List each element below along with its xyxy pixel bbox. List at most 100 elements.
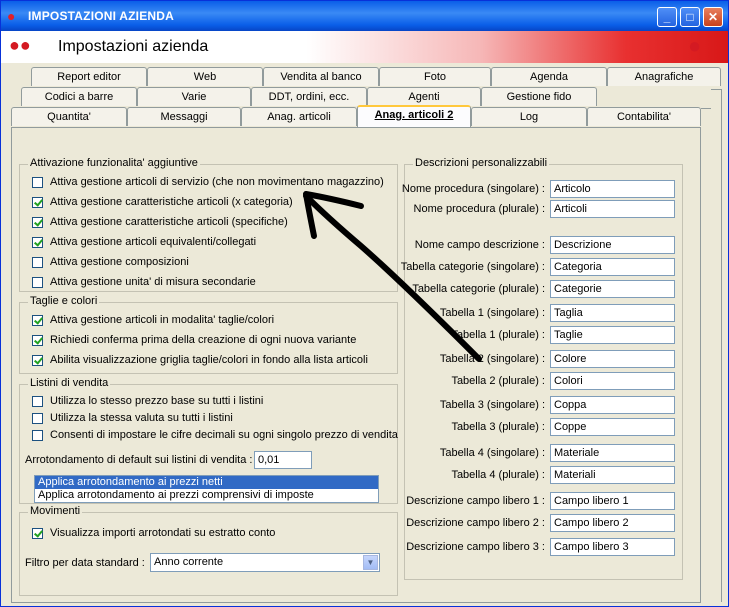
campo-libero-3-input[interactable]: Campo libero 3 xyxy=(550,538,675,556)
rounding-input[interactable]: 0,01 xyxy=(254,451,312,469)
tab-log[interactable]: Log xyxy=(471,107,587,126)
checkbox-label: Attiva gestione articoli in modalita' ta… xyxy=(50,314,275,326)
checkbox[interactable] xyxy=(32,236,43,248)
chevron-down-icon[interactable]: ▼ xyxy=(363,555,378,570)
title-bar[interactable]: ● IMPOSTAZIONI AZIENDA _ □ ✕ xyxy=(1,1,728,31)
close-button[interactable]: ✕ xyxy=(703,7,723,27)
checkbox-label: Utilizza la stessa valuta su tutti i lis… xyxy=(50,412,233,424)
checkbox-composizioni[interactable]: Attiva gestione composizioni xyxy=(32,254,189,270)
campo-libero-1-input[interactable]: Campo libero 1 xyxy=(550,492,675,510)
tabella-3-plurale-input[interactable]: Coppe xyxy=(550,418,675,436)
checkbox[interactable] xyxy=(32,276,43,288)
strawberry-icon: ● xyxy=(688,33,702,58)
tabella-4-plurale-input[interactable]: Materiali xyxy=(550,466,675,484)
tabella-4-singolare-input[interactable]: Materiale xyxy=(550,444,675,462)
checkbox-unita-misura[interactable]: Attiva gestione unita' di misura seconda… xyxy=(32,274,256,290)
checkbox[interactable] xyxy=(32,395,43,407)
field-label: Tabella 2 (plurale) : xyxy=(451,375,545,387)
group-attivazione: Attivazione funzionalita' aggiuntive Att… xyxy=(19,157,398,292)
list-item[interactable]: Applica arrotondamento ai prezzi netti xyxy=(35,476,378,489)
group-title: Taglie e colori xyxy=(28,295,100,307)
tab-agenti[interactable]: Agenti xyxy=(367,87,481,106)
strawberries-icon: ●● xyxy=(9,35,31,55)
checkbox-cifre-decimali[interactable]: Consenti di impostare le cifre decimali … xyxy=(32,427,398,443)
group-listini: Listini di vendita Utilizza lo stesso pr… xyxy=(19,377,398,504)
minimize-button[interactable]: _ xyxy=(657,7,677,27)
checkbox-stesso-prezzo[interactable]: Utilizza lo stesso prezzo base su tutti … xyxy=(32,393,263,409)
nome-procedura-singolare-input[interactable]: Articolo xyxy=(550,180,675,198)
checkbox[interactable] xyxy=(32,412,43,424)
checkbox[interactable] xyxy=(32,354,43,366)
field-label: Nome campo descrizione : xyxy=(414,239,545,251)
checkbox-label: Richiedi conferma prima della creazione … xyxy=(50,334,357,346)
checkbox-caratteristiche-categoria[interactable]: Attiva gestione caratteristiche articoli… xyxy=(32,194,293,210)
filter-select[interactable]: Anno corrente ▼ xyxy=(150,553,380,572)
tab-varie[interactable]: Varie xyxy=(137,87,251,106)
checkbox-label: Attiva gestione caratteristiche articoli… xyxy=(50,216,288,228)
field-label: Tabella 2 (singolare) : xyxy=(439,353,545,365)
tab-vendita-al-banco[interactable]: Vendita al banco xyxy=(263,67,379,86)
checkbox[interactable] xyxy=(32,216,43,228)
tabella-categorie-singolare-input[interactable]: Categoria xyxy=(550,258,675,276)
checkbox-taglie-colori[interactable]: Attiva gestione articoli in modalita' ta… xyxy=(32,312,274,328)
tab-ddt-ordini[interactable]: DDT, ordini, ecc. xyxy=(251,87,367,106)
tab-gestione-fido[interactable]: Gestione fido xyxy=(481,87,597,106)
window: ● IMPOSTAZIONI AZIENDA _ □ ✕ ●● Impostaz… xyxy=(0,0,729,607)
tab-foto[interactable]: Foto xyxy=(379,67,491,86)
checkbox-importi-arrotondati[interactable]: Visualizza importi arrotondati su estrat… xyxy=(32,525,275,541)
checkbox-articoli-equivalenti[interactable]: Attiva gestione articoli equivalenti/col… xyxy=(32,234,256,250)
field-label: Descrizione campo libero 1 : xyxy=(406,495,545,507)
checkbox-conferma-variante[interactable]: Richiedi conferma prima della creazione … xyxy=(32,332,356,348)
checkbox[interactable] xyxy=(32,334,43,346)
tab-web[interactable]: Web xyxy=(147,67,263,86)
checkbox[interactable] xyxy=(32,314,43,326)
checkbox[interactable] xyxy=(32,196,43,208)
tabella-2-singolare-input[interactable]: Colore xyxy=(550,350,675,368)
campo-libero-2-input[interactable]: Campo libero 2 xyxy=(550,514,675,532)
maximize-button[interactable]: □ xyxy=(680,7,700,27)
checkbox[interactable] xyxy=(32,176,43,188)
tab-contabilita[interactable]: Contabilita' xyxy=(587,107,701,126)
tab-quantita[interactable]: Quantita' xyxy=(11,107,127,126)
checkbox-label: Attiva gestione caratteristiche articoli… xyxy=(50,196,293,208)
tab-page-edge xyxy=(711,89,722,602)
strawberry-icon: ● xyxy=(7,8,16,24)
group-movimenti: Movimenti Visualizza importi arrotondati… xyxy=(19,505,398,596)
tabella-3-singolare-input[interactable]: Coppa xyxy=(550,396,675,414)
checkbox-griglia-taglie[interactable]: Abilita visualizzazione griglia taglie/c… xyxy=(32,352,368,368)
field-label: Tabella 1 (singolare) : xyxy=(439,307,545,319)
field-label: Tabella categorie (plurale) : xyxy=(412,283,545,295)
tabella-1-plurale-input[interactable]: Taglie xyxy=(550,326,675,344)
checkbox-label: Visualizza importi arrotondati su estrat… xyxy=(50,527,276,539)
rounding-listbox[interactable]: Applica arrotondamento ai prezzi netti A… xyxy=(34,475,379,503)
tab-codici-a-barre[interactable]: Codici a barre xyxy=(21,87,137,106)
checkbox-stessa-valuta[interactable]: Utilizza la stessa valuta su tutti i lis… xyxy=(32,410,233,426)
header-banner: ●● Impostazioni azienda ● xyxy=(1,31,728,63)
tabella-categorie-plurale-input[interactable]: Categorie xyxy=(550,280,675,298)
group-taglie-colori: Taglie e colori Attiva gestione articoli… xyxy=(19,295,398,374)
tab-messaggi[interactable]: Messaggi xyxy=(127,107,241,126)
tabella-2-plurale-input[interactable]: Colori xyxy=(550,372,675,390)
nome-procedura-plurale-input[interactable]: Articoli xyxy=(550,200,675,218)
checkbox-caratteristiche-specifiche[interactable]: Attiva gestione caratteristiche articoli… xyxy=(32,214,288,230)
tabella-1-singolare-input[interactable]: Taglia xyxy=(550,304,675,322)
nome-campo-descrizione-input[interactable]: Descrizione xyxy=(550,236,675,254)
checkbox[interactable] xyxy=(32,429,43,441)
field-label: Tabella 4 (plurale) : xyxy=(451,469,545,481)
tab-anagrafiche[interactable]: Anagrafiche xyxy=(607,67,721,86)
checkbox-articoli-servizio[interactable]: Attiva gestione articoli di servizio (ch… xyxy=(32,174,384,190)
checkbox-label: Attiva gestione articoli di servizio (ch… xyxy=(50,176,384,188)
window-title: IMPOSTAZIONI AZIENDA xyxy=(28,9,174,23)
tab-anag-articoli[interactable]: Anag. articoli xyxy=(241,107,357,126)
tab-agenda[interactable]: Agenda xyxy=(491,67,607,86)
list-item[interactable]: Applica arrotondamento ai prezzi compren… xyxy=(35,489,378,502)
tab-anag-articoli-2[interactable]: Anag. articoli 2 xyxy=(357,105,471,127)
tab-report-editor[interactable]: Report editor xyxy=(31,67,147,86)
checkbox[interactable] xyxy=(32,256,43,268)
checkbox-label: Attiva gestione composizioni xyxy=(50,256,189,268)
checkbox[interactable] xyxy=(32,527,43,539)
rounding-label: Arrotondamento di default sui listini di… xyxy=(25,454,253,466)
field-label: Tabella categorie (singolare) : xyxy=(400,261,545,273)
group-title: Attivazione funzionalita' aggiuntive xyxy=(28,157,200,169)
field-label: Descrizione campo libero 2 : xyxy=(406,517,545,529)
